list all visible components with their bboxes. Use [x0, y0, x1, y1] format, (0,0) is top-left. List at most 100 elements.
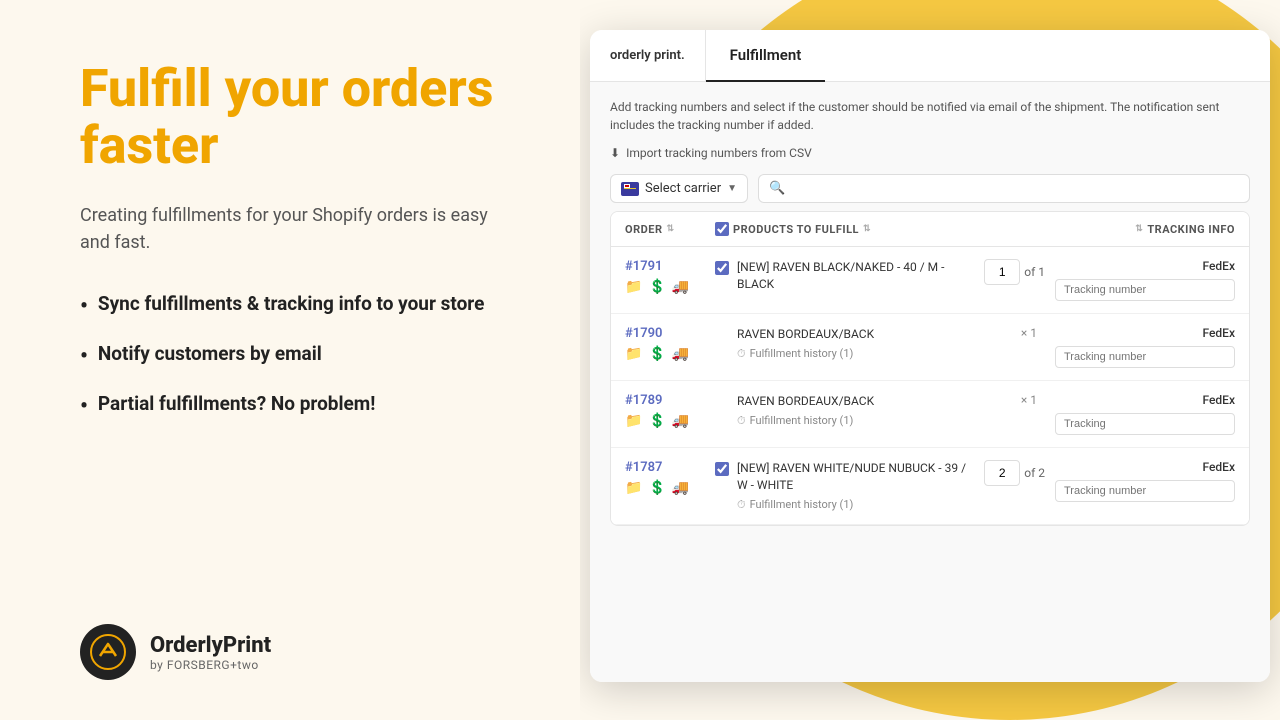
history-icon: ⏱ [737, 414, 746, 428]
sort-tracking-icon[interactable]: ⇅ [1135, 224, 1143, 234]
tracking-col: FedEx [1055, 326, 1235, 368]
history-text: Fulfillment history (1) [750, 414, 854, 427]
chevron-down-icon: ▼ [727, 183, 737, 194]
order-id-col: #1787 📁 💲 🚚 [625, 460, 715, 496]
history-text: Fulfillment history (1) [750, 347, 854, 360]
product-checkbox[interactable] [715, 261, 729, 275]
feature-item-3: Partial fulfillments? No problem! [80, 392, 520, 422]
order-icons: 📁 💲 🚚 [625, 480, 715, 496]
dollar-icon: 💲 [648, 480, 665, 496]
truck-icon: 🚚 [672, 279, 689, 295]
tracking-input[interactable] [1055, 480, 1235, 502]
row-inner: #1787 📁 💲 🚚 [NEW] RAVEN WHITE/NUDE NUBUC… [625, 460, 1235, 512]
table-row: #1791 📁 💲 🚚 [NEW] RAVEN BLACK/NAKED - 40… [611, 247, 1249, 314]
product-col: RAVEN BORDEAUX/BACK ⏱ Fulfillment histor… [715, 393, 1055, 428]
order-id[interactable]: #1787 [625, 460, 715, 475]
tracking-input[interactable] [1055, 279, 1235, 301]
carrier-icon [621, 182, 639, 196]
brand-footer: OrderlyPrint by FORSBERG+two [80, 624, 520, 680]
order-id-col: #1789 📁 💲 🚚 [625, 393, 715, 429]
product-info: RAVEN BORDEAUX/BACK ⏱ Fulfillment histor… [715, 326, 1013, 361]
col-products-header: PRODUCTS TO FULFILL ⇅ [715, 222, 1035, 236]
table-header: ORDER ⇅ PRODUCTS TO FULFILL ⇅ ⇅ TRACKING… [611, 212, 1249, 247]
folder-icon: 📁 [625, 413, 642, 429]
truck-icon: 🚚 [672, 346, 689, 362]
carrier-badge: FedEx [1055, 393, 1235, 407]
fulfillment-history[interactable]: ⏱ Fulfillment history (1) [737, 414, 1013, 428]
product-checkbox[interactable] [715, 462, 729, 476]
tracking-input[interactable] [1055, 346, 1235, 368]
tracking-col: FedEx [1055, 460, 1235, 502]
fulfillment-history[interactable]: ⏱ Fulfillment history (1) [737, 347, 1013, 361]
sort-icon[interactable]: ⇅ [667, 224, 675, 234]
carrier-badge: FedEx [1055, 326, 1235, 340]
row-inner: #1791 📁 💲 🚚 [NEW] RAVEN BLACK/NAKED - 40… [625, 259, 1235, 301]
order-id-col: #1790 📁 💲 🚚 [625, 326, 715, 362]
feature-list: Sync fulfillments & tracking info to you… [80, 292, 520, 421]
carrier-badge: FedEx [1055, 259, 1235, 273]
table-row: #1790 📁 💲 🚚 RAVEN BORDEAUX/BACK [611, 314, 1249, 381]
col-tracking-header: ⇅ TRACKING INFO [1035, 223, 1235, 236]
product-name: RAVEN BORDEAUX/BACK [737, 326, 1013, 343]
order-icons: 📁 💲 🚚 [625, 413, 715, 429]
qty-input[interactable] [984, 259, 1020, 285]
select-all-checkbox[interactable] [715, 222, 729, 236]
info-text: Add tracking numbers and select if the c… [610, 98, 1250, 134]
folder-icon: 📁 [625, 279, 642, 295]
app-window: orderly print. Fulfillment Add tracking … [590, 30, 1270, 682]
product-info: RAVEN BORDEAUX/BACK ⏱ Fulfillment histor… [715, 393, 1013, 428]
brand-sub: by FORSBERG+two [150, 658, 271, 672]
carrier-select[interactable]: Select carrier ▼ [610, 174, 748, 203]
order-id[interactable]: #1789 [625, 393, 715, 408]
product-col: RAVEN BORDEAUX/BACK ⏱ Fulfillment histor… [715, 326, 1055, 361]
right-panel: orderly print. Fulfillment Add tracking … [580, 0, 1280, 720]
folder-icon: 📁 [625, 480, 642, 496]
hero-subtitle: Creating fulfillments for your Shopify o… [80, 202, 520, 256]
brand-text: OrderlyPrint by FORSBERG+two [150, 633, 271, 672]
download-icon: ⬇ [610, 146, 620, 160]
carrier-badge: FedEx [1055, 460, 1235, 474]
row-inner: #1789 📁 💲 🚚 RAVEN BORDEAUX/BACK [625, 393, 1235, 435]
product-col: [NEW] RAVEN BLACK/NAKED - 40 / M - BLACK… [715, 259, 1055, 293]
order-id[interactable]: #1790 [625, 326, 715, 341]
folder-icon: 📁 [625, 346, 642, 362]
app-logo-text: orderly print. [610, 48, 685, 63]
brand-logo [80, 624, 136, 680]
qty-input[interactable] [984, 460, 1020, 486]
product-name: [NEW] RAVEN BLACK/NAKED - 40 / M - BLACK [737, 259, 976, 293]
tab-fulfillment[interactable]: Fulfillment [706, 31, 826, 82]
app-header: orderly print. Fulfillment [590, 30, 1270, 82]
tracking-col: FedEx [1055, 259, 1235, 301]
dollar-icon: 💲 [648, 413, 665, 429]
order-id[interactable]: #1791 [625, 259, 715, 274]
row-inner: #1790 📁 💲 🚚 RAVEN BORDEAUX/BACK [625, 326, 1235, 368]
product-name: [NEW] RAVEN WHITE/NUDE NUBUCK - 39 / W -… [737, 460, 976, 494]
qty-area: of 1 [984, 259, 1045, 285]
col-order-header: ORDER ⇅ [625, 223, 715, 236]
multiply-qty: × 1 [1021, 326, 1037, 340]
brand-name: OrderlyPrint [150, 633, 271, 658]
order-icons: 📁 💲 🚚 [625, 346, 715, 362]
toolbar: Select carrier ▼ 🔍 [610, 174, 1250, 203]
feature-item-2: Notify customers by email [80, 342, 520, 372]
tracking-input[interactable] [1055, 413, 1235, 435]
qty-area: of 2 [984, 460, 1045, 486]
carrier-select-label: Select carrier [645, 181, 721, 196]
qty-of: of 2 [1024, 466, 1045, 480]
table-row: #1787 📁 💲 🚚 [NEW] RAVEN WHITE/NUDE NUBUC… [611, 448, 1249, 525]
qty-of: of 1 [1024, 265, 1045, 279]
import-link[interactable]: ⬇ Import tracking numbers from CSV [610, 146, 1250, 160]
search-box[interactable]: 🔍 [758, 174, 1250, 203]
product-name: RAVEN BORDEAUX/BACK [737, 393, 1013, 410]
multiply-qty: × 1 [1021, 393, 1037, 407]
history-icon: ⏱ [737, 347, 746, 361]
product-info: [NEW] RAVEN BLACK/NAKED - 40 / M - BLACK [737, 259, 976, 293]
fulfillment-history[interactable]: ⏱ Fulfillment history (1) [737, 498, 976, 512]
tracking-col: FedEx [1055, 393, 1235, 435]
app-logo-area: orderly print. [590, 30, 706, 81]
qty-area: × 1 [1021, 326, 1045, 340]
truck-icon: 🚚 [672, 413, 689, 429]
history-icon: ⏱ [737, 498, 746, 512]
sort-products-icon[interactable]: ⇅ [863, 224, 871, 234]
app-body: Add tracking numbers and select if the c… [590, 82, 1270, 682]
